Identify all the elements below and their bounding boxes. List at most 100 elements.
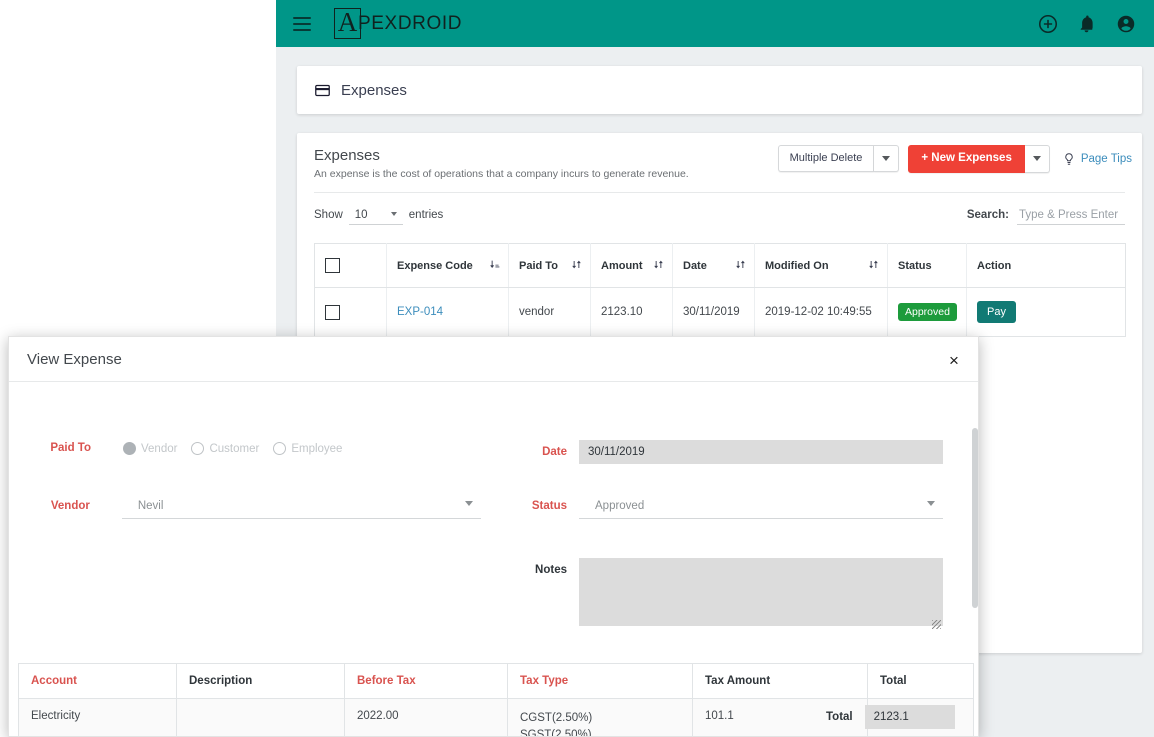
chevron-down-icon xyxy=(927,501,935,506)
brand-logo[interactable]: A PEXDROID xyxy=(334,8,462,39)
column-tax-type: Tax Type xyxy=(507,663,693,699)
cell-before-tax: 2022.00 xyxy=(344,698,508,736)
chevron-down-icon xyxy=(882,156,891,162)
page-title: Expenses xyxy=(341,81,407,99)
column-before-tax: Before Tax xyxy=(344,663,508,699)
multiple-delete-button[interactable]: Multiple Delete xyxy=(777,145,875,173)
radio-label: Customer xyxy=(209,442,260,455)
paid-to-row: Paid To Vendor Customer Employee xyxy=(29,442,459,455)
cell-amount: 2123.10 xyxy=(590,287,673,337)
grand-total-row: Total 2123.1 xyxy=(826,705,1143,729)
cell-action: Pay xyxy=(966,287,1126,337)
hamburger-menu-icon[interactable] xyxy=(293,16,311,31)
show-label: Show xyxy=(314,209,343,221)
row-checkbox[interactable] xyxy=(325,304,340,320)
page-tips-button[interactable]: Page Tips xyxy=(1062,152,1132,166)
radio-vendor[interactable]: Vendor xyxy=(123,442,177,455)
entries-select[interactable]: 10 xyxy=(348,207,403,225)
column-paid-to[interactable]: Paid To xyxy=(508,243,591,288)
sort-icon xyxy=(489,259,500,273)
expenses-card-header: Expenses An expense is the cost of opera… xyxy=(297,133,1142,193)
date-field[interactable] xyxy=(579,440,943,464)
paid-to-label: Paid To xyxy=(50,442,91,454)
grand-total-label: Total xyxy=(826,711,853,723)
select-all-header xyxy=(314,243,387,288)
radio-employee[interactable]: Employee xyxy=(273,442,342,455)
column-modified-on[interactable]: Modified On xyxy=(754,243,888,288)
sort-icon xyxy=(571,259,582,273)
expense-code-link[interactable]: EXP-014 xyxy=(397,306,443,318)
column-action: Action xyxy=(966,243,1126,288)
column-amount[interactable]: Amount xyxy=(590,243,673,288)
radio-label: Vendor xyxy=(141,442,178,455)
brand-text: PEXDROID xyxy=(358,12,463,34)
column-total: Total xyxy=(867,663,974,699)
vendor-select-wrap xyxy=(121,496,481,519)
search-input[interactable] xyxy=(1017,205,1125,225)
date-row: Date xyxy=(499,440,969,464)
new-expenses-button[interactable]: + New Expenses xyxy=(908,145,1025,173)
status-select[interactable] xyxy=(579,497,943,519)
multiple-delete-group: Multiple Delete xyxy=(777,145,900,173)
vendor-row: Vendor xyxy=(29,496,481,519)
entries-select-wrap: 10 xyxy=(343,205,409,225)
view-expense-modal: View Expense × Paid To Vendor Customer E… xyxy=(8,336,979,737)
page-header-card: Expenses xyxy=(297,66,1142,114)
notes-field-wrap xyxy=(579,558,943,631)
notes-textarea[interactable] xyxy=(579,558,943,626)
search-label: Search: xyxy=(966,209,1009,221)
modal-title: View Expense xyxy=(27,350,122,368)
cell-date: 30/11/2019 xyxy=(672,287,755,337)
new-expenses-dropdown-toggle[interactable] xyxy=(1024,145,1050,173)
lightbulb-icon xyxy=(1062,152,1076,166)
divider xyxy=(314,192,1125,193)
table-controls: Show 10 entries Search: xyxy=(297,193,1142,231)
page-tips-label: Page Tips xyxy=(1080,152,1132,165)
pay-button[interactable]: Pay xyxy=(977,301,1016,323)
entries-label: entries xyxy=(408,209,444,221)
notes-row: Notes xyxy=(499,558,969,631)
radio-dot xyxy=(273,442,287,455)
top-bar-icons xyxy=(1037,13,1137,35)
row-checkbox-cell xyxy=(314,287,387,337)
sort-icon xyxy=(868,259,879,273)
top-navigation-bar: A PEXDROID xyxy=(276,0,1154,47)
modal-scrollbar[interactable] xyxy=(972,428,978,608)
modal-header: View Expense × xyxy=(9,337,978,382)
multiple-delete-dropdown-toggle[interactable] xyxy=(874,145,900,173)
plus-circle-icon[interactable] xyxy=(1037,13,1059,35)
screen: A PEXDROID Expenses Expenses An expense … xyxy=(0,0,1154,737)
status-label: Status xyxy=(531,500,567,512)
cell-modified-on: 2019-12-02 10:49:55 xyxy=(754,287,888,337)
grand-total-value: 2123.1 xyxy=(864,705,955,729)
cell-paid-to: vendor xyxy=(508,287,591,337)
search-container: Search: xyxy=(966,205,1125,225)
table-header-row: Expense Code Paid To Amount Date Modifie… xyxy=(314,243,1126,288)
card-action-buttons: Multiple Delete + New Expenses Page Tips xyxy=(777,145,1132,173)
bell-icon[interactable] xyxy=(1076,13,1098,35)
column-date[interactable]: Date xyxy=(672,243,755,288)
vendor-select[interactable] xyxy=(121,497,481,519)
notes-label: Notes xyxy=(535,564,567,576)
cell-expense-code: EXP-014 xyxy=(386,287,509,337)
cell-account: Electricity xyxy=(18,698,177,736)
column-expense-code[interactable]: Expense Code xyxy=(386,243,509,288)
table-row: EXP-014 vendor 2123.10 30/11/2019 2019-1… xyxy=(314,287,1126,337)
expenses-table: Expense Code Paid To Amount Date Modifie… xyxy=(314,243,1126,337)
radio-dot xyxy=(191,442,205,455)
cell-status: Approved xyxy=(887,287,967,337)
status-row: Status xyxy=(499,496,969,519)
chevron-down-icon xyxy=(465,501,473,506)
credit-card-icon xyxy=(314,82,331,99)
modal-body: Paid To Vendor Customer Employee Vendor … xyxy=(9,382,978,736)
select-all-checkbox[interactable] xyxy=(325,258,340,273)
account-icon[interactable] xyxy=(1115,13,1137,35)
status-badge: Approved xyxy=(898,303,957,321)
date-label: Date xyxy=(542,446,567,458)
chevron-down-icon xyxy=(1032,156,1041,161)
resize-handle[interactable] xyxy=(932,620,941,629)
radio-customer[interactable]: Customer xyxy=(191,442,259,455)
sort-icon xyxy=(653,259,664,273)
close-icon[interactable]: × xyxy=(944,350,964,370)
lines-header-row: Account Description Before Tax Tax Type … xyxy=(18,663,974,699)
